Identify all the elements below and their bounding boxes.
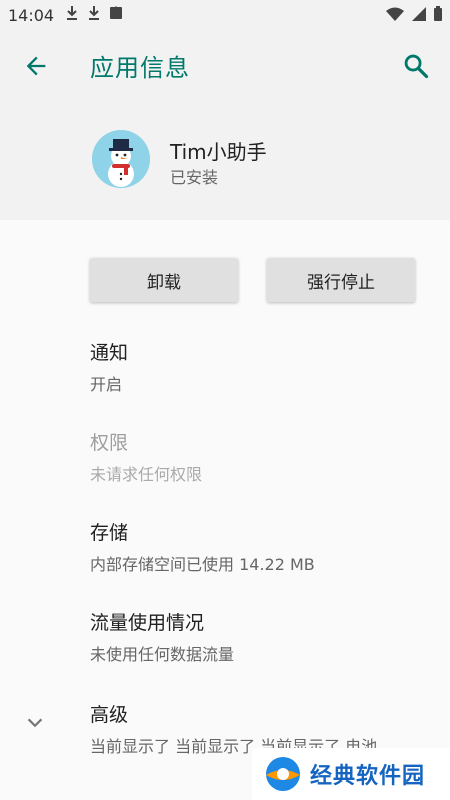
page-title: 应用信息 [90, 54, 190, 82]
pref-summary: 未请求任何权限 [90, 465, 203, 484]
download-icon [67, 6, 77, 20]
uninstall-button[interactable]: 卸载 [90, 258, 238, 302]
pref-summary: 未使用任何数据流量 [90, 645, 235, 664]
watermark-logo-icon [266, 757, 300, 791]
pref-data-usage[interactable]: 流量使用情况 未使用任何数据流量 [90, 608, 430, 665]
pref-summary: 开启 [90, 375, 123, 394]
a-badge-icon: A [110, 5, 122, 21]
pref-title: 存储 [90, 522, 129, 544]
force-stop-button[interactable]: 强行停止 [267, 258, 415, 302]
status-bar: 14:04 A [0, 0, 450, 30]
watermark: 经典软件园 [252, 748, 450, 800]
pref-title: 高级 [90, 704, 129, 726]
pref-summary: 内部存储空间已使用 14.22 MB [90, 555, 315, 574]
wifi-icon [386, 7, 404, 21]
download-icon [89, 6, 99, 20]
search-icon[interactable] [402, 52, 430, 80]
pref-notifications[interactable]: 通知 开启 [90, 338, 430, 395]
pref-title: 流量使用情况 [90, 612, 205, 634]
app-bar: 应用信息 [0, 30, 450, 102]
back-arrow-icon[interactable] [22, 52, 50, 80]
system-icons [386, 6, 442, 21]
pref-title: 权限 [90, 432, 129, 454]
signal-icon [412, 6, 426, 21]
snowman-avatar-icon [92, 130, 150, 188]
pref-storage[interactable]: 存储 内部存储空间已使用 14.22 MB [90, 518, 430, 575]
app-install-status: 已安装 [170, 168, 219, 187]
notification-icons: A [66, 6, 122, 20]
app-header: Tim小助手 已安装 [0, 102, 450, 220]
battery-icon [434, 6, 442, 21]
status-time: 14:04 [8, 6, 55, 25]
pref-permissions: 权限 未请求任何权限 [90, 428, 430, 485]
watermark-text: 经典软件园 [310, 764, 426, 789]
pref-title: 通知 [90, 342, 129, 364]
app-name: Tim小助手 [170, 140, 267, 164]
chevron-down-icon[interactable] [24, 712, 46, 734]
